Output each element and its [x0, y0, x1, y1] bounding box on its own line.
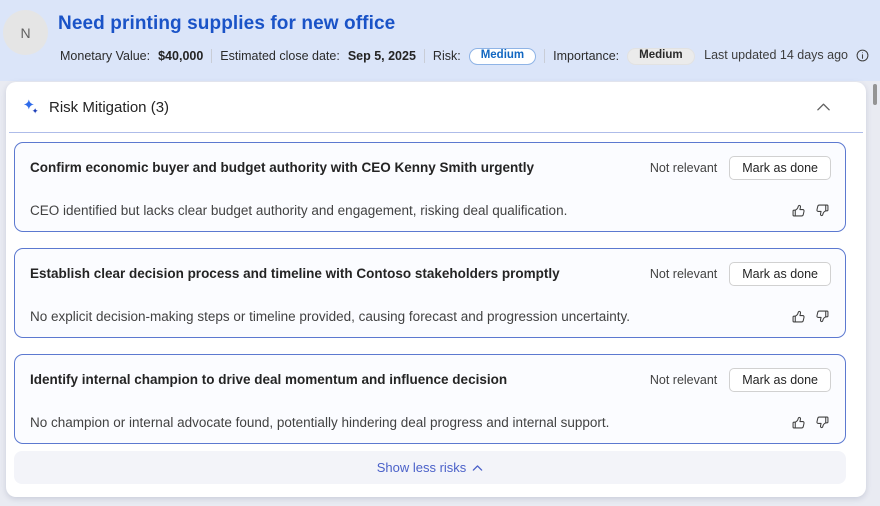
close-date: Sep 5, 2025: [347, 49, 416, 63]
collapse-section-button[interactable]: [811, 95, 835, 119]
show-less-risks-button[interactable]: Show less risks: [14, 451, 846, 484]
not-relevant-button[interactable]: Not relevant: [648, 263, 719, 285]
risk-title: Confirm economic buyer and budget author…: [30, 160, 535, 175]
chevron-up-icon: [816, 102, 831, 112]
risk-card-list: Confirm economic buyer and budget author…: [6, 133, 866, 444]
mark-as-done-button[interactable]: Mark as done: [729, 262, 831, 286]
monetary-value-label: Monetary Value:: [60, 49, 151, 63]
divider: [544, 49, 546, 63]
risk-description: CEO identified but lacks clear budget au…: [30, 203, 568, 218]
thumb-up-icon[interactable]: [790, 202, 807, 219]
risk-badge: Medium: [468, 47, 537, 65]
avatar-initial: N: [20, 24, 31, 41]
risk-label: Risk:: [432, 49, 461, 63]
info-icon[interactable]: [855, 48, 870, 63]
risk-title: Identify internal champion to drive deal…: [30, 372, 508, 387]
risk-card: Establish clear decision process and tim…: [14, 248, 846, 338]
not-relevant-button[interactable]: Not relevant: [648, 369, 719, 391]
not-relevant-button[interactable]: Not relevant: [648, 157, 719, 179]
thumb-down-icon[interactable]: [814, 414, 831, 431]
chevron-up-icon: [472, 464, 483, 472]
section-title: Risk Mitigation (3): [49, 98, 170, 116]
deal-meta-row: Monetary Value: $40,000 Estimated close …: [60, 47, 695, 65]
risk-card: Identify internal champion to drive deal…: [14, 354, 846, 444]
risk-description: No explicit decision-making steps or tim…: [30, 309, 631, 324]
divider: [211, 49, 213, 63]
thumb-up-icon[interactable]: [790, 308, 807, 325]
page-title: Need printing supplies for new office: [58, 13, 396, 34]
thumb-down-icon[interactable]: [814, 308, 831, 325]
last-updated-text: Last updated 14 days ago: [704, 48, 848, 62]
mark-as-done-button[interactable]: Mark as done: [729, 368, 831, 392]
scrollbar-thumb[interactable]: [873, 84, 877, 105]
deal-header: N Need printing supplies for new office …: [0, 0, 880, 81]
importance-label: Importance:: [553, 49, 620, 63]
mark-as-done-button[interactable]: Mark as done: [729, 156, 831, 180]
monetary-value: $40,000: [158, 49, 204, 63]
close-date-label: Estimated close date:: [220, 49, 340, 63]
risk-title: Establish clear decision process and tim…: [30, 266, 560, 281]
risk-mitigation-panel: Risk Mitigation (3) Confirm economic buy…: [6, 82, 866, 497]
show-less-risks-label: Show less risks: [376, 460, 467, 475]
sparkle-icon: [22, 98, 40, 116]
risk-description: No champion or internal advocate found, …: [30, 415, 610, 430]
avatar: N: [3, 10, 48, 55]
importance-badge: Medium: [627, 47, 695, 65]
risk-card: Confirm economic buyer and budget author…: [14, 142, 846, 232]
thumb-down-icon[interactable]: [814, 202, 831, 219]
section-header: Risk Mitigation (3): [9, 82, 863, 133]
thumb-up-icon[interactable]: [790, 414, 807, 431]
divider: [423, 49, 425, 63]
